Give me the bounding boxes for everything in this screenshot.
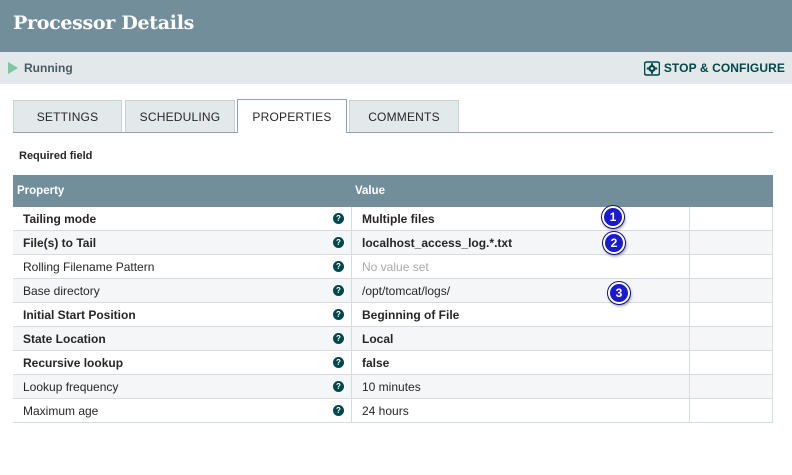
help-icon[interactable]: ? bbox=[333, 333, 344, 344]
tab-properties[interactable]: PROPERTIES bbox=[237, 99, 347, 133]
table-row[interactable]: Initial Start Position? Beginning of File bbox=[13, 303, 773, 327]
property-value[interactable]: false bbox=[362, 356, 389, 370]
property-value[interactable]: /opt/tomcat/logs/ bbox=[362, 284, 450, 298]
property-value[interactable]: 24 hours bbox=[362, 404, 409, 418]
column-divider bbox=[772, 399, 773, 423]
help-icon[interactable]: ? bbox=[333, 309, 344, 320]
property-name: Maximum age bbox=[23, 404, 99, 418]
table-row[interactable]: Lookup frequency? 10 minutes bbox=[13, 375, 773, 399]
dialog-header: Processor Details bbox=[0, 0, 792, 52]
help-icon[interactable]: ? bbox=[333, 213, 344, 224]
properties-table: Property Value Tailing mode? Multiple fil… bbox=[13, 175, 773, 423]
table-row[interactable]: Recursive lookup? false bbox=[13, 351, 773, 375]
help-icon[interactable]: ? bbox=[333, 261, 344, 272]
column-divider bbox=[689, 351, 690, 375]
column-divider bbox=[772, 375, 773, 399]
tab-scheduling[interactable]: SCHEDULING bbox=[125, 100, 235, 133]
property-value[interactable]: No value set bbox=[362, 260, 429, 274]
table-row[interactable]: File(s) to Tail? localhost_access_log.*.t… bbox=[13, 231, 773, 255]
tab-comments[interactable]: COMMENTS bbox=[349, 100, 459, 133]
column-divider bbox=[772, 303, 773, 327]
help-icon[interactable]: ? bbox=[333, 285, 344, 296]
column-divider bbox=[351, 231, 352, 255]
column-divider bbox=[689, 399, 690, 423]
column-divider bbox=[689, 207, 690, 231]
table-header: Property Value bbox=[13, 175, 773, 207]
property-name: File(s) to Tail bbox=[23, 236, 97, 250]
column-divider bbox=[351, 255, 352, 279]
table-body: Tailing mode? Multiple files File(s) to Ta… bbox=[13, 207, 773, 423]
help-icon[interactable]: ? bbox=[333, 405, 344, 416]
column-divider bbox=[689, 303, 690, 327]
column-divider bbox=[351, 279, 352, 303]
property-name: Tailing mode bbox=[23, 212, 97, 226]
column-divider bbox=[689, 255, 690, 279]
property-name: Lookup frequency bbox=[23, 380, 119, 394]
stop-configure-button[interactable]: STOP & CONFIGURE bbox=[643, 60, 785, 76]
property-name: Rolling Filename Pattern bbox=[23, 260, 155, 274]
table-row[interactable]: Tailing mode? Multiple files bbox=[13, 207, 773, 231]
property-name: State Location bbox=[23, 332, 106, 346]
property-name: Base directory bbox=[23, 284, 100, 298]
column-divider bbox=[689, 375, 690, 399]
property-name: Initial Start Position bbox=[23, 308, 136, 322]
table-row[interactable]: Rolling Filename Pattern? No value set bbox=[13, 255, 773, 279]
column-divider bbox=[772, 207, 773, 231]
column-divider bbox=[772, 351, 773, 375]
run-status: Running bbox=[8, 60, 73, 76]
column-divider bbox=[772, 231, 773, 255]
tab-divider bbox=[13, 132, 773, 133]
property-value[interactable]: Beginning of File bbox=[362, 308, 459, 322]
column-divider bbox=[351, 351, 352, 375]
column-header-value[interactable]: Value bbox=[355, 185, 385, 197]
callout-marker-2: 2 bbox=[603, 232, 625, 254]
column-divider bbox=[351, 303, 352, 327]
help-icon[interactable]: ? bbox=[333, 381, 344, 392]
table-row[interactable]: State Location? Local bbox=[13, 327, 773, 351]
column-divider bbox=[772, 279, 773, 303]
column-divider bbox=[772, 255, 773, 279]
property-name: Recursive lookup bbox=[23, 356, 124, 370]
column-divider bbox=[689, 327, 690, 351]
status-bar: Running STOP & CONFIGURE bbox=[0, 52, 792, 84]
column-header-property[interactable]: Property bbox=[17, 185, 64, 197]
column-divider bbox=[689, 279, 690, 303]
help-icon[interactable]: ? bbox=[333, 357, 344, 368]
gear-stop-icon bbox=[643, 60, 660, 76]
run-status-label: Running bbox=[24, 61, 73, 75]
column-divider bbox=[772, 327, 773, 351]
column-divider bbox=[689, 231, 690, 255]
help-icon[interactable]: ? bbox=[333, 237, 344, 248]
callout-marker-3: 3 bbox=[608, 282, 630, 304]
column-divider bbox=[351, 207, 352, 231]
table-row[interactable]: Maximum age? 24 hours bbox=[13, 399, 773, 423]
property-value[interactable]: 10 minutes bbox=[362, 380, 421, 394]
dialog-title: Processor Details bbox=[13, 12, 195, 34]
play-icon bbox=[8, 62, 18, 74]
table-row[interactable]: Base directory? /opt/tomcat/logs/ bbox=[13, 279, 773, 303]
property-value[interactable]: localhost_access_log.*.txt bbox=[362, 236, 512, 250]
stop-configure-label: STOP & CONFIGURE bbox=[663, 61, 785, 75]
required-field-label: Required field bbox=[19, 150, 93, 162]
column-divider bbox=[351, 375, 352, 399]
property-value[interactable]: Local bbox=[362, 332, 393, 346]
column-divider bbox=[351, 327, 352, 351]
property-value[interactable]: Multiple files bbox=[362, 212, 435, 226]
column-divider bbox=[351, 399, 352, 423]
tab-settings[interactable]: SETTINGS bbox=[13, 100, 122, 133]
callout-marker-1: 1 bbox=[602, 206, 624, 228]
